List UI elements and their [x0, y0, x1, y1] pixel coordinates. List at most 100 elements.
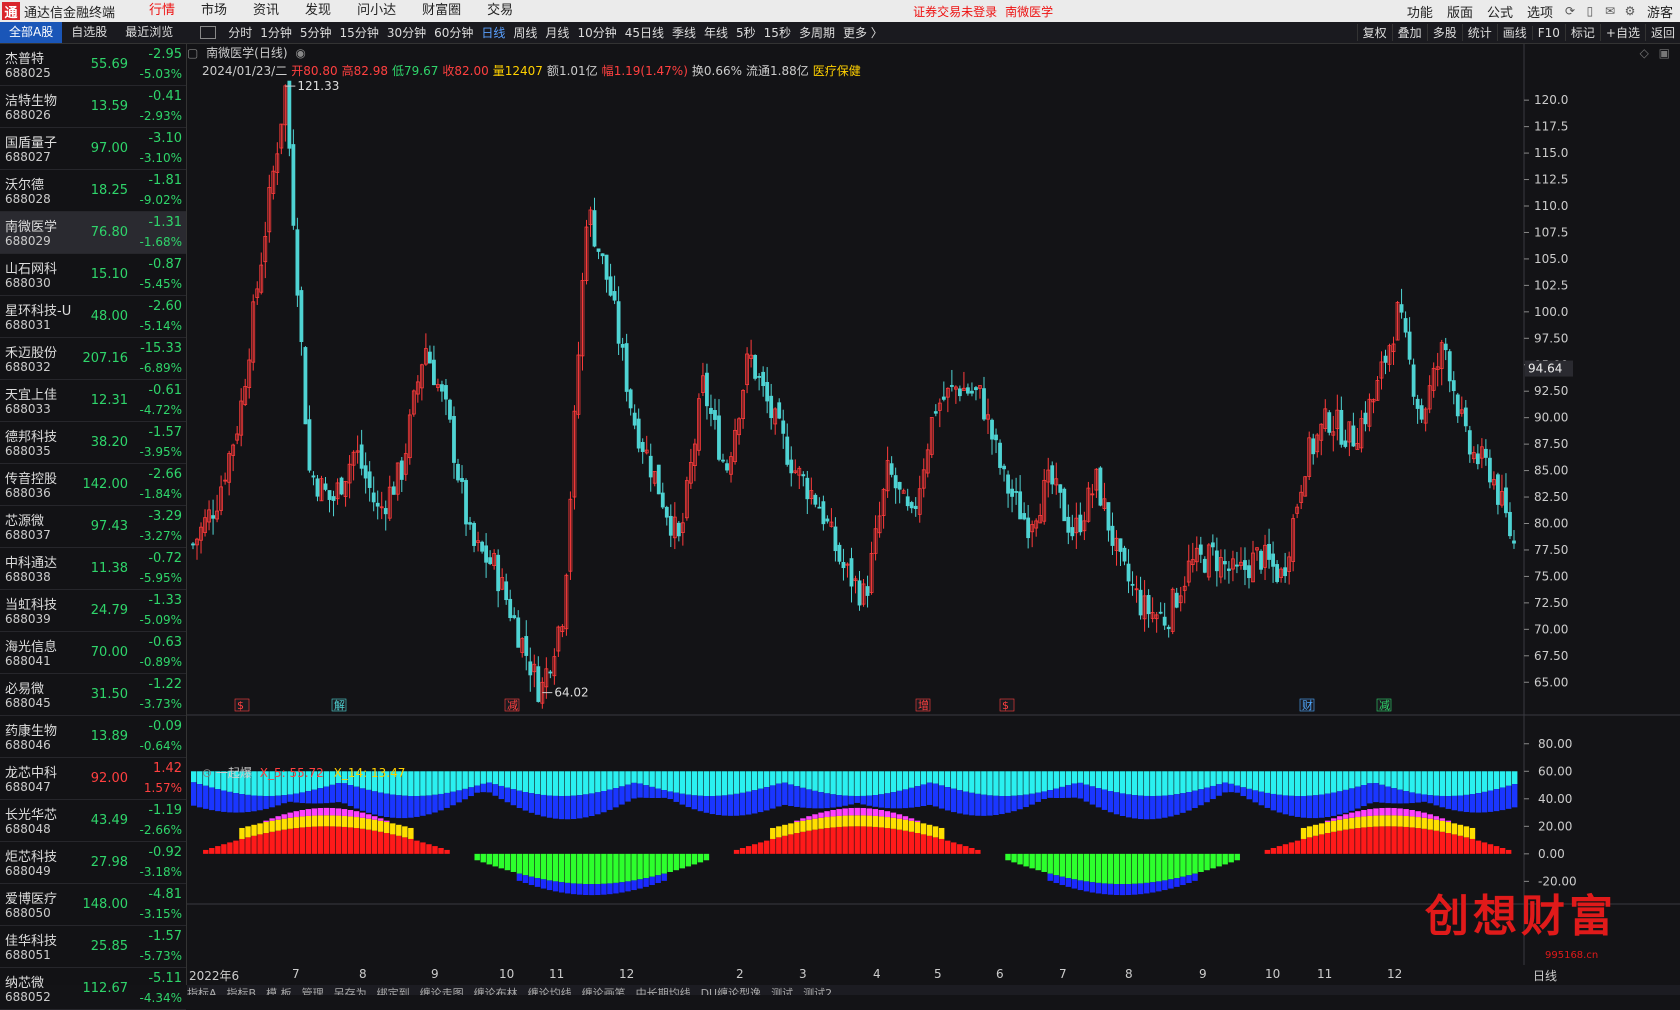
candle-body[interactable]	[1475, 453, 1480, 465]
candle-body[interactable]	[913, 505, 918, 509]
period-quarterly[interactable]: 季线	[668, 24, 700, 41]
candle-body[interactable]	[1339, 409, 1344, 445]
chart-menu-icon[interactable]: ▢	[187, 46, 198, 60]
candle-body[interactable]	[1419, 405, 1424, 420]
candle-body[interactable]	[1006, 474, 1010, 494]
candle-body[interactable]	[909, 502, 914, 509]
period-1min[interactable]: 1分钟	[256, 24, 296, 41]
candle-body[interactable]	[705, 372, 709, 407]
candle-body[interactable]	[211, 515, 215, 519]
candle-body[interactable]	[1050, 465, 1055, 485]
candle-body[interactable]	[291, 144, 296, 226]
candle-body[interactable]	[765, 382, 770, 402]
event-mark[interactable]: 财	[1302, 698, 1313, 712]
candle-body[interactable]	[648, 455, 653, 478]
candle-body[interactable]	[664, 506, 669, 518]
candle-body[interactable]	[391, 486, 396, 495]
tool-duogu[interactable]: 多股	[1426, 24, 1462, 41]
stock-row[interactable]: 炬芯科技 688049 27.98 -0.92 -3.18%	[0, 842, 186, 884]
candle-body[interactable]	[982, 388, 986, 420]
candle-body[interactable]	[624, 343, 629, 392]
menu-gongneng[interactable]: 功能	[1400, 2, 1440, 21]
candle-body[interactable]	[761, 371, 766, 387]
candle-body[interactable]	[1259, 550, 1263, 570]
indicator-name[interactable]: 一起爆	[216, 766, 252, 780]
candle-body[interactable]	[1383, 355, 1388, 363]
candle-body[interactable]	[1018, 491, 1023, 520]
candle-body[interactable]	[1162, 616, 1167, 626]
candle-body[interactable]	[941, 396, 946, 400]
candle-body[interactable]	[1062, 488, 1067, 522]
candle-body[interactable]	[889, 463, 894, 475]
event-mark[interactable]: 增	[918, 698, 929, 712]
candle-body[interactable]	[616, 301, 621, 344]
candle-body[interactable]	[990, 419, 994, 440]
tool-add-watchlist[interactable]: +自选	[1599, 24, 1645, 41]
stock-row[interactable]: 佳华科技 688051 25.85 -1.57 -5.73%	[0, 926, 186, 968]
candle-body[interactable]	[488, 557, 493, 565]
period-multi[interactable]: 多周期	[795, 24, 839, 41]
candle-body[interactable]	[1235, 564, 1239, 567]
period-10min[interactable]: 10分钟	[573, 24, 620, 41]
candle-body[interactable]	[311, 475, 316, 478]
candle-body[interactable]	[757, 376, 762, 378]
candle-body[interactable]	[1058, 484, 1063, 493]
candle-body[interactable]	[1166, 626, 1171, 630]
candle-body[interactable]	[1002, 465, 1006, 470]
candle-body[interactable]	[331, 496, 336, 501]
tab-all-a-shares[interactable]: 全部A股	[0, 22, 63, 43]
candle-body[interactable]	[1508, 511, 1512, 537]
candle-body[interactable]	[287, 80, 292, 149]
stock-row[interactable]: 纳芯微 688052 112.67 -5.11 -4.34%	[0, 968, 186, 1010]
indicator-toggle-icon[interactable]: ⊙	[202, 766, 212, 780]
candle-body[interactable]	[725, 463, 729, 471]
candle-body[interactable]	[480, 541, 484, 552]
trade-login-notice[interactable]: 证券交易未登录	[913, 3, 997, 20]
bottom-tab[interactable]: 缠论布林	[474, 987, 518, 995]
candle-body[interactable]	[805, 477, 810, 500]
kline-chart[interactable]: 120.0 117.5 115.0 112.5 110.0 107.5 105.0 102.5…	[187, 44, 1680, 985]
candle-body[interactable]	[472, 522, 476, 546]
candle-body[interactable]	[817, 506, 822, 509]
bottom-tab[interactable]: 中长期均线	[636, 987, 691, 995]
candle-body[interactable]	[1098, 467, 1103, 506]
layout-toggle-icon[interactable]	[200, 26, 217, 39]
tool-f10[interactable]: F10	[1531, 25, 1565, 40]
period-5min[interactable]: 5分钟	[296, 24, 336, 41]
stock-row[interactable]: 当虹科技 688039 24.79 -1.33 -5.09%	[0, 590, 186, 632]
candle-body[interactable]	[1447, 351, 1452, 382]
candle-body[interactable]	[323, 483, 328, 490]
candle-body[interactable]	[1126, 563, 1131, 582]
stock-row[interactable]: 沃尔德 688028 18.25 -1.81 -9.02%	[0, 170, 186, 212]
menu-xuanxiang[interactable]: 选项	[1520, 2, 1560, 21]
candle-body[interactable]	[363, 465, 368, 479]
bottom-tab[interactable]: 管理	[302, 987, 324, 995]
stock-row[interactable]: 星环科技-U 688031 48.00 -2.60 -5.14%	[0, 296, 186, 338]
bottom-tab[interactable]: 指标B	[227, 987, 257, 995]
stock-row[interactable]: 爱博医疗 688050 148.00 -4.81 -3.15%	[0, 884, 186, 926]
candle-body[interactable]	[1403, 318, 1408, 333]
candle-body[interactable]	[777, 402, 782, 419]
candle-body[interactable]	[656, 464, 661, 495]
candle-body[interactable]	[636, 418, 641, 449]
candle-body[interactable]	[1275, 564, 1279, 582]
period-45day[interactable]: 45日线	[621, 24, 668, 41]
stock-row[interactable]: 禾迈股份 688032 207.16 -15.33 -6.89%	[0, 338, 186, 380]
menu-hangqing[interactable]: 行情	[136, 0, 188, 22]
candle-body[interactable]	[1463, 407, 1468, 427]
candle-body[interactable]	[1283, 567, 1288, 577]
stock-row[interactable]: 海光信息 688041 70.00 -0.63 -0.89%	[0, 632, 186, 674]
candle-body[interactable]	[608, 276, 613, 296]
candle-body[interactable]	[676, 522, 681, 537]
mail-icon[interactable]: ✉	[1600, 4, 1620, 18]
period-60min[interactable]: 60分钟	[430, 24, 477, 41]
user-guest[interactable]: 游客	[1640, 2, 1680, 21]
candle-body[interactable]	[1271, 553, 1275, 567]
candle-body[interactable]	[1122, 547, 1127, 562]
candle-body[interactable]	[427, 351, 432, 364]
candle-body[interactable]	[299, 290, 304, 343]
candle-body[interactable]	[1158, 611, 1163, 614]
candle-body[interactable]	[1267, 543, 1271, 560]
candle-body[interactable]	[837, 544, 842, 562]
candle-body[interactable]	[753, 354, 758, 379]
